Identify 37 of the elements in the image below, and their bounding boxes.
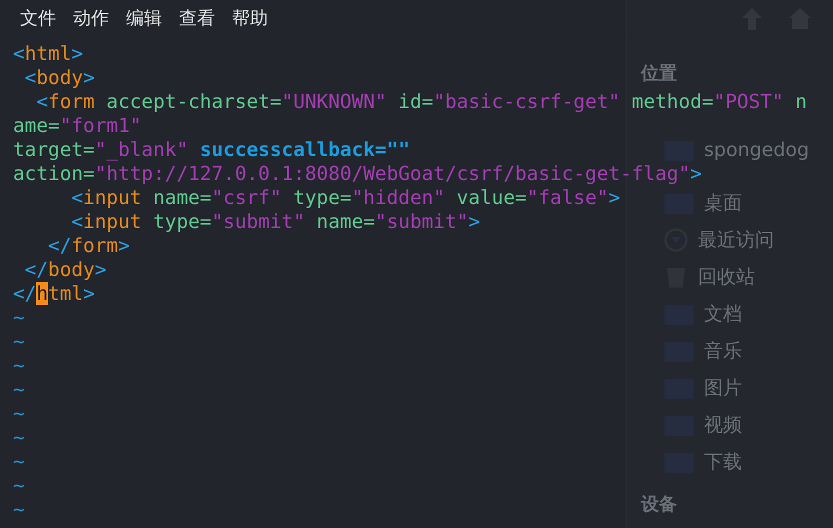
sidebar-item[interactable]: 音乐: [664, 338, 742, 364]
code-line: ame="form1": [13, 114, 142, 138]
menu-item[interactable]: 帮助: [232, 6, 268, 30]
sidebar-section-title: 位置: [641, 62, 677, 86]
sidebar-item[interactable]: 下载: [664, 449, 742, 475]
sidebar-item[interactable]: 图片: [664, 375, 742, 401]
code-line: action="http://127.0.0.1:8080/WebGoat/csrf/basic-get-flag">: [13, 162, 702, 186]
sidebar-item[interactable]: spongedog: [664, 137, 810, 163]
clock-icon: [664, 228, 688, 252]
code-line: </html>: [13, 282, 95, 306]
menu-item[interactable]: 查看: [179, 6, 215, 30]
code-line: ~: [13, 378, 25, 402]
code-line: ~: [13, 474, 25, 498]
code-line: </form>: [47, 234, 130, 258]
sidebar-item[interactable]: 视频: [664, 412, 742, 438]
code-line: <body>: [24, 66, 95, 90]
code-line: ~: [13, 330, 25, 354]
sidebar-item[interactable]: 桌面: [664, 190, 742, 216]
code-line: ~: [13, 306, 25, 330]
code-line: <form accept-charset="UNKNOWN" id="basic-csrf-get" method="POST" n: [35, 90, 807, 114]
sidebar-section-title: 设备: [641, 493, 677, 517]
sidebar-item[interactable]: 回收站: [664, 264, 755, 290]
menu-item[interactable]: 编辑: [126, 6, 162, 30]
sidebar-item[interactable]: 最近访问: [664, 227, 774, 253]
code-line: <input type="submit" name="submit">: [70, 210, 480, 234]
code-line: <input name="csrf" type="hidden" value="false">: [70, 186, 620, 210]
sidebar-item[interactable]: 文档: [664, 301, 742, 327]
code-line: ~: [13, 402, 25, 426]
code-line: target="_blank" successcallback="": [13, 138, 410, 162]
menu-item[interactable]: 文件: [20, 6, 56, 30]
menu-item[interactable]: 动作: [73, 6, 109, 30]
code-line: <html>: [13, 42, 84, 66]
code-line: ~: [13, 498, 25, 522]
code-line: ~: [13, 450, 25, 474]
code-line: ~: [13, 354, 25, 378]
code-line: ~: [13, 426, 25, 450]
code-line: </body>: [24, 258, 106, 282]
